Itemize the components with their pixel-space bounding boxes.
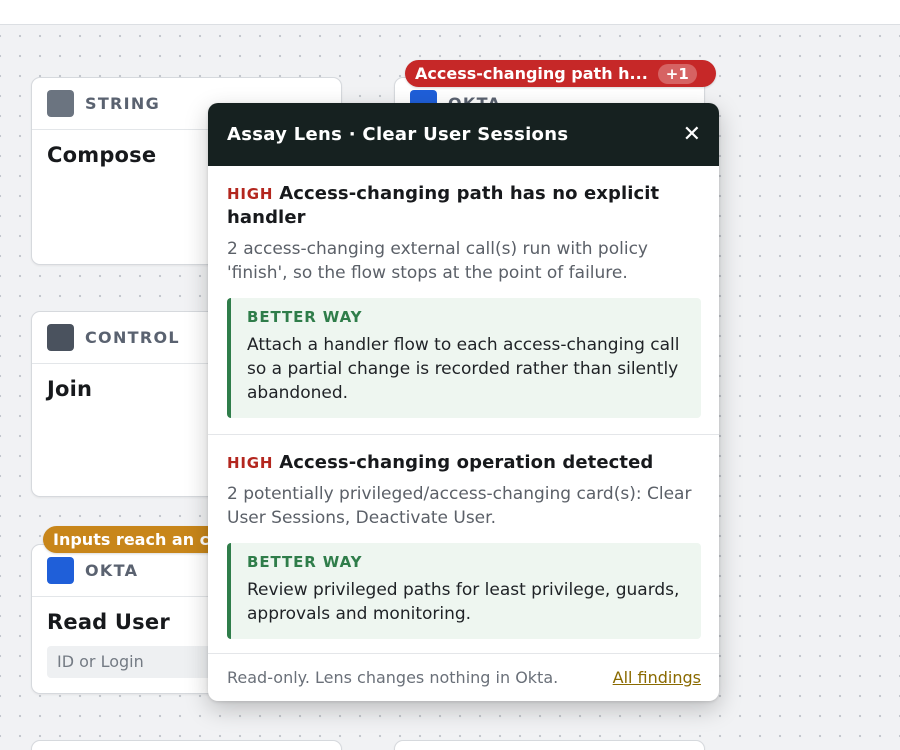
card-partial-left[interactable] <box>31 740 342 750</box>
card-category: OKTA <box>85 561 139 580</box>
okta-type-icon <box>47 557 74 584</box>
finding-badge-high[interactable]: Access-changing path h... +1 <box>405 60 716 87</box>
better-way-label: BETTER WAY <box>247 308 363 326</box>
finding-description: 2 potentially privileged/access-changing… <box>227 484 692 528</box>
finding-description: 2 access-changing external call(s) run w… <box>227 239 648 283</box>
better-way-text: Attach a handler flow to each access-cha… <box>247 335 680 403</box>
finding-title: HIGH Access-changing path has no explicit… <box>227 182 701 230</box>
card-category: STRING <box>85 94 161 113</box>
finding-title-text: Access-changing operation detected <box>279 452 654 473</box>
top-bar <box>0 0 900 25</box>
assay-lens-panel: Assay Lens · Clear User Sessions ✕ HIGH A… <box>208 103 719 701</box>
lens-footer: Read-only. Lens changes nothing in Okta.… <box>208 653 719 701</box>
card-partial-right[interactable] <box>394 740 705 750</box>
string-type-icon <box>47 90 74 117</box>
badge-count: +1 <box>657 63 697 84</box>
lens-header: Assay Lens · Clear User Sessions ✕ <box>208 103 719 166</box>
badge-label: Inputs reach an c <box>53 530 210 549</box>
footer-note: Read-only. Lens changes nothing in Okta. <box>227 668 559 687</box>
better-way-label: BETTER WAY <box>247 553 363 571</box>
finding-item: HIGH Access-changing path has no explicit… <box>208 166 719 434</box>
finding-title: HIGH Access-changing operation detected <box>227 451 701 475</box>
finding-title-text: Access-changing path has no explicit han… <box>227 183 660 228</box>
severity-label: HIGH <box>227 185 274 203</box>
close-icon[interactable]: ✕ <box>683 123 701 146</box>
all-findings-link[interactable]: All findings <box>613 668 701 687</box>
finding-item: HIGH Access-changing operation detected 2… <box>208 434 719 639</box>
lens-title: Assay Lens · Clear User Sessions <box>227 124 569 145</box>
card-category: CONTROL <box>85 328 180 347</box>
severity-label: HIGH <box>227 454 274 472</box>
badge-label: Access-changing path h... <box>415 64 648 83</box>
better-way-text: Review privileged paths for least privil… <box>247 580 680 624</box>
better-way-box: BETTER WAY Attach a handler flow to each… <box>227 298 701 418</box>
control-type-icon <box>47 324 74 351</box>
better-way-box: BETTER WAY Review privileged paths for l… <box>227 543 701 639</box>
